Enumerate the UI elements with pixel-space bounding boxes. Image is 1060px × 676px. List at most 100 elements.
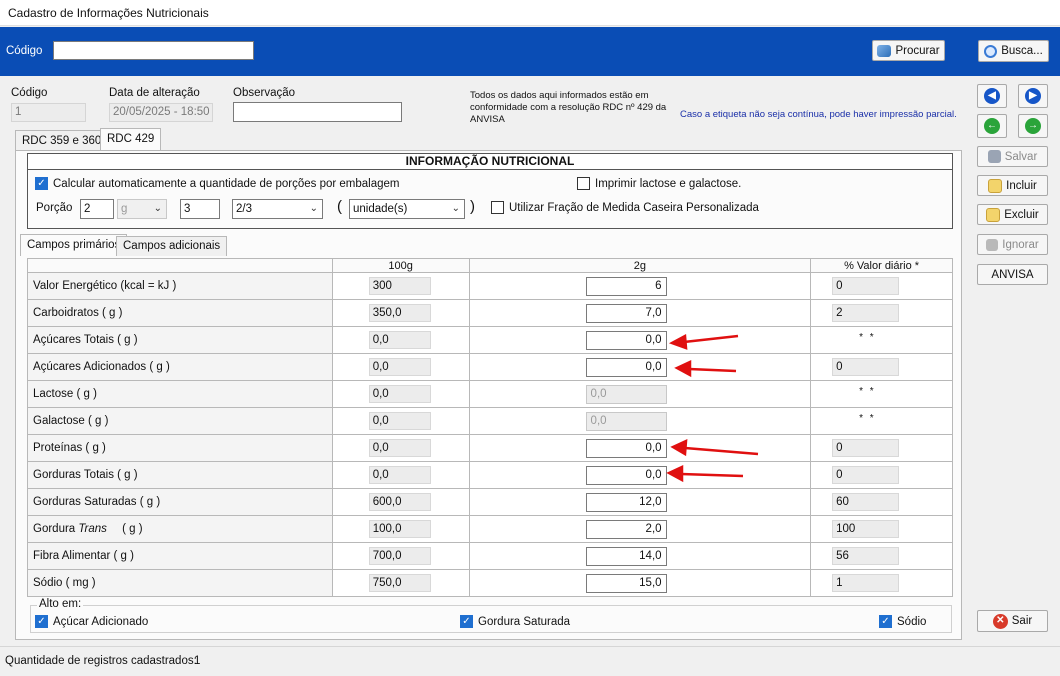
value-porcao-input[interactable]: 0,0 [585,331,667,350]
porcao-unit-select[interactable]: g ⌄ [117,199,167,219]
nutrient-name: Galactose ( g ) [33,415,109,427]
nutrient-name-cell: Gorduras Totais ( g ) [27,461,333,489]
nutrient-name-cell: Açúcares Totais ( g ) [27,326,333,354]
nutrient-name-cell: Fibra Alimentar ( g ) [27,542,333,570]
last-record-button[interactable]: ▶ [1018,84,1048,108]
value-porcao-input[interactable]: 2,0 [585,520,667,539]
valor-diario-stars: * * [859,332,876,343]
value-porcao-cell: 6 [468,272,812,300]
nutrient-name-cell: Açúcares Adicionados ( g ) [27,353,333,381]
value-porcao-input[interactable]: 0,0 [585,412,667,431]
value-porcao-input[interactable]: 0,0 [585,466,667,485]
value-porcao-input[interactable]: 6 [585,277,667,296]
table-header-row: 100g 2g % Valor diário * [27,258,953,273]
quantidade-input[interactable]: 3 [180,199,220,219]
nutrient-name-cell: Gordura Trans ( g ) [27,515,333,543]
salvar-button[interactable]: Salvar [977,146,1048,167]
value-100g-field: 350,0 [368,304,431,322]
window-title: Cadastro de Informações Nutricionais [8,6,209,20]
codigo-search-label: Código [6,45,43,57]
value-100g-cell: 700,0 [331,542,470,570]
valor-diario-field: 0 [832,277,900,295]
value-100g-field: 0,0 [368,358,431,376]
value-100g-field: 600,0 [368,493,431,511]
ignorar-button[interactable]: Ignorar [977,234,1048,255]
tab-rdc-359-360[interactable]: RDC 359 e 360 [15,130,109,152]
nutrient-name: Proteínas ( g ) [33,442,106,454]
nutrient-name-cell: Valor Energético (kcal = kJ ) [27,272,333,300]
previous-record-button[interactable]: ← [977,114,1007,138]
table-row: Gordura Trans ( g ) 100,0 2,0 100 [27,515,953,543]
salvar-label: Salvar [1004,150,1038,163]
fracao-personalizada-label: Utilizar Fração de Medida Caseira Person… [509,201,759,214]
valor-diario-field: 60 [832,493,900,511]
value-porcao-input[interactable]: 14,0 [585,547,667,566]
alto-acucar-checkbox[interactable]: ✓ Açúcar Adicionado [35,615,148,628]
imprimir-lactose-label: Imprimir lactose e galactose. [595,177,742,190]
imprimir-lactose-checkbox[interactable]: Imprimir lactose e galactose. [577,177,741,190]
value-porcao-input[interactable]: 7,0 [585,304,667,323]
table-row: Gorduras Saturadas ( g ) 600,0 12,0 60 [27,488,953,516]
registros-count: 1 [194,655,201,667]
excluir-button[interactable]: Excluir [977,204,1048,225]
value-porcao-cell: 0,0 [468,434,812,462]
table-row: Fibra Alimentar ( g ) 700,0 14,0 56 [27,542,953,570]
observacao-label: Observação [233,87,296,99]
value-porcao-input[interactable]: 0,0 [585,358,667,377]
value-porcao-input[interactable]: 0,0 [585,439,667,458]
anvisa-button[interactable]: ANVISA [977,264,1048,285]
tab-campos-primarios[interactable]: Campos primários [20,234,128,256]
calc-auto-checkbox[interactable]: ✓ Calcular automaticamente a quantidade … [35,177,400,190]
next-record-button[interactable]: → [1018,114,1048,138]
valor-diario-cell: 60 [810,488,953,516]
nutrient-unit: ( g ) [122,523,143,535]
tab-rdc-359-360-label: RDC 359 e 360 [22,135,102,147]
nutrient-name: Açúcares Adicionados ( g ) [33,361,170,373]
open-paren: ( [337,198,342,215]
valor-diario-stars: * * [859,386,876,397]
nutrient-name: Carboidratos ( g ) [33,307,123,319]
fracao-select[interactable]: 2/3 ⌄ [232,199,323,219]
fracao-value: 2/3 [236,203,252,215]
alto-gordura-label: Gordura Saturada [478,615,571,628]
incluir-label: Incluir [1006,179,1037,192]
fracao-personalizada-checkbox[interactable]: Utilizar Fração de Medida Caseira Person… [491,201,759,214]
observacao-input[interactable] [233,102,402,122]
medida-select[interactable]: unidade(s) ⌄ [349,199,465,219]
value-100g-field: 0,0 [368,331,431,349]
registros-label: Quantidade de registros cadastrados: [5,655,197,667]
value-porcao-input[interactable]: 12,0 [585,493,667,512]
header-100g: 100g [331,258,470,273]
first-record-button[interactable]: ◀ [977,84,1007,108]
value-100g-cell: 350,0 [331,299,470,327]
procurar-label: Procurar [895,44,940,57]
table-row: Açúcares Totais ( g ) 0,0 0,0 * * [27,326,953,354]
tab-rdc-429[interactable]: RDC 429 [100,128,162,152]
tab-campos-adicionais-label: Campos adicionais [123,240,221,252]
valor-diario-field: 0 [832,466,900,484]
valor-diario-stars: * * [859,413,876,424]
tab-campos-adicionais[interactable]: Campos adicionais [116,236,228,256]
value-porcao-cell: 14,0 [468,542,812,570]
nutrient-name: Fibra Alimentar ( g ) [33,550,134,562]
value-porcao-input[interactable]: 15,0 [585,574,667,593]
value-porcao-input[interactable]: 0,0 [585,385,667,404]
alto-sodio-checkbox[interactable]: ✓ Sódio [879,615,926,628]
procurar-button[interactable]: Procurar [872,40,945,61]
data-alteracao-field: 20/05/2025 - 18:50 [109,103,213,122]
first-icon: ◀ [984,88,1000,104]
last-icon: ▶ [1025,88,1041,104]
porcao-input[interactable]: 2 [80,199,114,219]
value-porcao-cell: 0,0 [468,326,812,354]
nutrient-name: Lactose ( g ) [33,388,97,400]
data-alteracao-label: Data de alteração [109,87,200,99]
alto-gordura-checkbox[interactable]: ✓ Gordura Saturada [460,615,570,628]
busca-button[interactable]: Busca... [978,40,1049,62]
value-100g-field: 0,0 [368,439,431,457]
codigo-search-input[interactable] [53,41,254,60]
alto-sodio-label: Sódio [897,615,927,628]
header-porcao: 2g [468,258,812,273]
alto-acucar-label: Açúcar Adicionado [53,615,149,628]
incluir-button[interactable]: Incluir [977,175,1048,196]
sair-button[interactable]: ✕ Sair [977,610,1048,632]
